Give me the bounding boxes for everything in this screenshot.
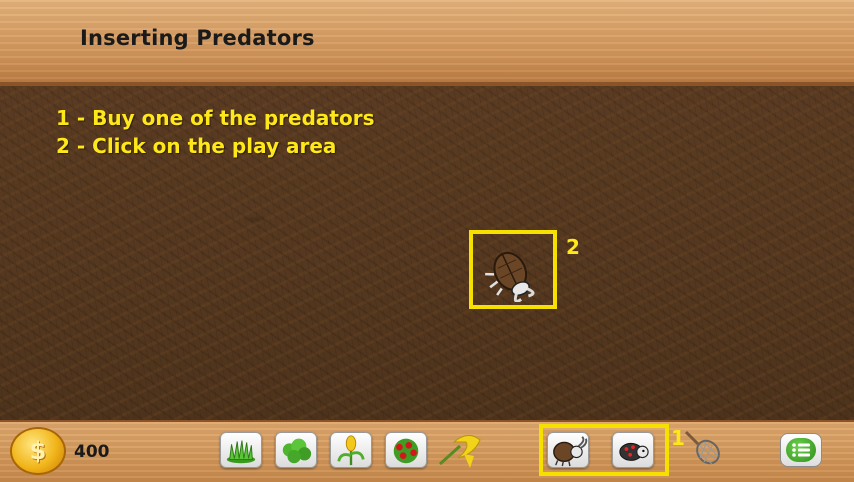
bottom-toolbar	[0, 420, 854, 482]
ladybug-button[interactable]	[612, 432, 654, 468]
page-title: Inserting Predators	[80, 26, 315, 50]
ladybug-icon	[619, 442, 649, 461]
net-icon[interactable]	[682, 426, 724, 468]
grass-button[interactable]	[220, 432, 262, 468]
corn-icon	[337, 435, 365, 466]
berry-bush-button[interactable]	[385, 432, 427, 468]
stag-beetle-button[interactable]	[547, 432, 589, 468]
stag-beetle-icon[interactable]	[480, 238, 546, 303]
corn-button[interactable]	[330, 432, 372, 468]
banana-sickle-icon[interactable]	[434, 424, 486, 472]
coin-icon: $	[10, 427, 66, 475]
play-area-highlight-label: 2	[566, 235, 580, 259]
menu-icon	[786, 438, 816, 462]
shrub-icon	[282, 438, 312, 464]
berry-icon	[393, 438, 419, 464]
grass-icon	[226, 440, 256, 464]
coin-count: 400	[74, 442, 110, 462]
stag-beetle-icon	[553, 436, 588, 467]
instructions: 1 - Buy one of the predators 2 - Click o…	[56, 104, 375, 160]
header-bar: Inserting Predators	[0, 0, 854, 86]
instruction-step-1: 1 - Buy one of the predators	[56, 106, 375, 130]
shrub-button[interactable]	[275, 432, 317, 468]
dollar-icon: $	[29, 437, 47, 465]
instruction-step-2: 2 - Click on the play area	[56, 134, 337, 158]
menu-button[interactable]	[780, 433, 822, 467]
